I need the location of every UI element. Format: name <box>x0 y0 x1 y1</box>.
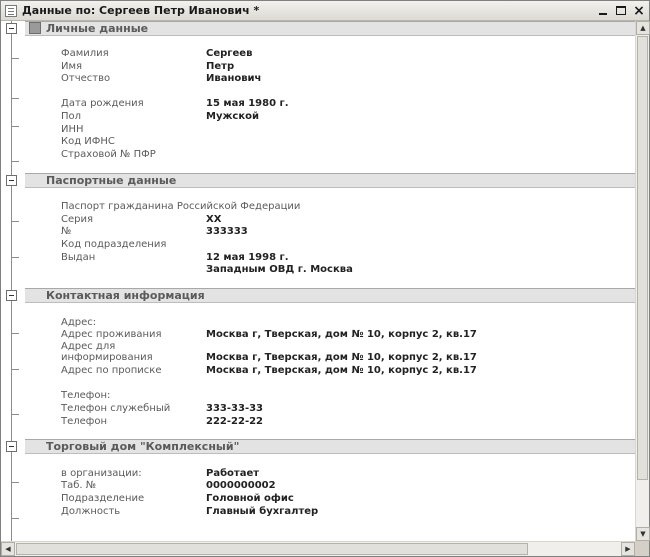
scroll-up-icon[interactable]: ▲ <box>636 21 650 35</box>
field-value: 222-22-22 <box>206 416 264 427</box>
field-value: 333333 <box>206 226 248 237</box>
field-value: 12 мая 1998 г. <box>206 252 289 263</box>
group-header-personal[interactable]: Личные данные <box>25 21 635 36</box>
field-value: 15 мая 1980 г. <box>206 98 289 109</box>
field-label: Код ИФНС <box>61 136 115 147</box>
outline-tree-line <box>11 21 12 541</box>
field-label: Адрес проживания <box>61 329 162 340</box>
field-label: Страховой № ПФР <box>61 149 156 160</box>
report-window: Данные по: Сергеев Петр Иванович * × Лич… <box>0 0 650 557</box>
group-header-employment[interactable]: Торговый дом "Комплексный" <box>25 439 635 454</box>
field-value: Иванович <box>206 73 262 84</box>
field-value: Москва г, Тверская, дом № 10, корпус 2, … <box>206 329 477 340</box>
outline-tick <box>11 126 19 127</box>
maximize-button[interactable] <box>613 3 629 18</box>
group-header-contact[interactable]: Контактная информация <box>25 288 635 303</box>
group-title: Паспортные данные <box>46 174 177 187</box>
field-value: 333-33-33 <box>206 403 264 414</box>
outline-tick <box>11 257 19 258</box>
title-bar[interactable]: Данные по: Сергеев Петр Иванович * × <box>1 1 649 21</box>
field-value: Мужской <box>206 111 260 122</box>
collapse-personal-icon[interactable] <box>6 23 17 34</box>
field-label: Фамилия <box>61 48 109 59</box>
field-value: Главный бухгалтер <box>206 506 319 517</box>
group-select-icon[interactable] <box>29 22 41 34</box>
group-header-passport[interactable]: Паспортные данные <box>25 173 635 188</box>
scroll-down-icon[interactable]: ▼ <box>636 527 650 541</box>
scroll-left-icon[interactable]: ◀ <box>1 542 15 556</box>
field-label: в организации: <box>61 468 142 479</box>
field-value: Сергеев <box>206 48 253 59</box>
field-value: Петр <box>206 61 235 72</box>
outline-tick <box>11 221 19 222</box>
document-icon <box>5 5 17 17</box>
field-label: Должность <box>61 506 121 517</box>
field-label: Пол <box>61 111 82 122</box>
minimize-button[interactable] <box>595 3 611 18</box>
collapse-employment-icon[interactable] <box>6 441 17 452</box>
size-grip[interactable] <box>635 541 649 556</box>
field-label: Телефон <box>61 416 108 427</box>
field-value: 0000000002 <box>206 480 276 491</box>
outline-tick <box>11 518 19 519</box>
field-label: Адрес по прописке <box>61 365 162 376</box>
outline-tick <box>11 333 19 334</box>
field-label: Имя <box>61 61 83 72</box>
scroll-right-icon[interactable]: ▶ <box>621 542 635 556</box>
report-content: Личные данные Фамилия Сергеев Имя Петр О… <box>1 21 635 541</box>
field-value: Москва г, Тверская, дом № 10, корпус 2, … <box>206 352 477 363</box>
field-label: Телефон служебный <box>61 403 171 414</box>
close-button[interactable]: × <box>631 3 647 18</box>
outline-tick <box>11 414 19 415</box>
outline-tick <box>11 98 19 99</box>
field-label: ИНН <box>61 124 84 135</box>
field-label: Таб. № <box>61 480 97 491</box>
field-value: Работает <box>206 468 260 479</box>
minimize-icon <box>599 13 607 15</box>
collapse-contact-icon[interactable] <box>6 290 17 301</box>
vertical-scroll-thumb[interactable] <box>637 36 648 480</box>
outline-tick <box>11 369 19 370</box>
outline-tick <box>11 58 19 59</box>
field-label: Подразделение <box>61 493 145 504</box>
field-label: Дата рождения <box>61 98 144 109</box>
field-label: Отчество <box>61 73 111 84</box>
group-title: Контактная информация <box>46 289 205 302</box>
field-label: Паспорт гражданина Российской Федерации <box>61 201 301 212</box>
field-value: Западным ОВД г. Москва <box>206 264 353 275</box>
horizontal-scroll-thumb[interactable] <box>16 543 528 555</box>
field-value: XX <box>206 214 222 225</box>
field-label: Код подразделения <box>61 239 167 250</box>
outline-tick <box>11 482 19 483</box>
outline-tick <box>11 161 19 162</box>
field-label: информирования <box>61 352 153 363</box>
group-title: Личные данные <box>46 22 149 35</box>
field-label: Серия <box>61 214 93 225</box>
field-label: Адрес: <box>61 317 97 328</box>
field-label: Выдан <box>61 252 96 263</box>
group-title: Торговый дом "Комплексный" <box>46 440 240 453</box>
vertical-scrollbar[interactable]: ▲ ▼ <box>635 21 650 541</box>
horizontal-scrollbar[interactable]: ◀ ▶ <box>1 541 635 556</box>
field-value: Головной офис <box>206 493 294 504</box>
collapse-passport-icon[interactable] <box>6 175 17 186</box>
field-value: Москва г, Тверская, дом № 10, корпус 2, … <box>206 365 477 376</box>
maximize-icon <box>616 6 626 15</box>
field-label: № <box>61 226 72 237</box>
field-label: Телефон: <box>61 390 111 401</box>
window-title: Данные по: Сергеев Петр Иванович * <box>22 4 260 17</box>
